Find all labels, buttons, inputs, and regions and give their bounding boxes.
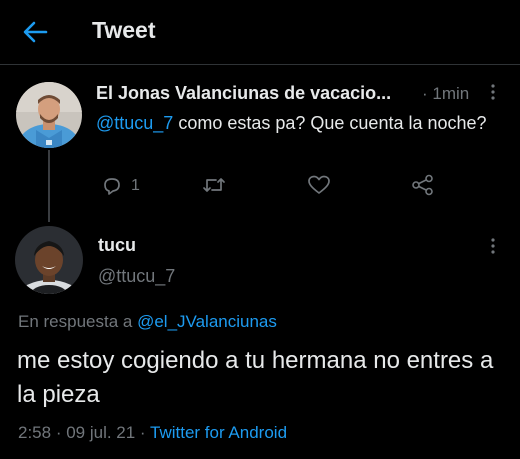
- tweet-date: 09 jul. 21: [66, 423, 136, 442]
- time-separator: ·: [422, 84, 428, 103]
- main-tweet-text: me estoy cogiendo a tu hermana no entres…: [17, 347, 494, 408]
- parent-timestamp[interactable]: · 1min: [422, 84, 469, 104]
- more-vertical-icon: [491, 84, 495, 100]
- meta-separator-1: ·: [51, 423, 67, 442]
- main-avatar[interactable]: [15, 226, 83, 294]
- parent-display-name[interactable]: El Jonas Valanciunas de vacacio...: [96, 83, 391, 104]
- retweet-button[interactable]: [201, 174, 227, 201]
- share-icon: [412, 174, 433, 196]
- arrow-left-icon: [23, 21, 48, 43]
- parent-more-button[interactable]: [489, 82, 497, 105]
- in-reply-handle-link[interactable]: @el_JValanciunas: [137, 312, 277, 331]
- parent-avatar[interactable]: [16, 82, 82, 148]
- in-reply-to: En respuesta a @el_JValanciunas: [18, 312, 277, 332]
- tweet-source-link[interactable]: Twitter for Android: [150, 423, 287, 442]
- parent-mention-link[interactable]: @ttucu_7: [96, 113, 173, 133]
- page-title: Tweet: [92, 17, 156, 43]
- tweet-time: 2:58: [18, 423, 52, 442]
- retweet-icon: [203, 178, 225, 192]
- reply-button[interactable]: 1: [101, 174, 140, 198]
- tweet-meta: 2:58 · 09 jul. 21 · Twitter for Android: [18, 423, 287, 443]
- main-handle[interactable]: @ttucu_7: [98, 266, 175, 287]
- like-button[interactable]: [307, 174, 331, 201]
- main-display-name[interactable]: tucu: [98, 235, 136, 256]
- header-divider: [0, 64, 520, 65]
- share-button[interactable]: [411, 174, 435, 201]
- meta-separator-2: ·: [135, 423, 151, 442]
- thread-line: [48, 150, 50, 222]
- more-vertical-icon: [491, 238, 495, 254]
- parent-time: 1min: [432, 84, 470, 103]
- parent-body: como estas pa? Que cuenta la noche?: [173, 113, 487, 133]
- parent-tweet-text: @ttucu_7 como estas pa? Que cuenta la no…: [96, 110, 496, 137]
- in-reply-prefix: En respuesta a: [18, 312, 138, 331]
- like-icon: [308, 175, 330, 194]
- reply-icon: [104, 178, 120, 195]
- main-more-button[interactable]: [489, 236, 497, 259]
- reply-count: 1: [131, 177, 140, 194]
- back-button[interactable]: [20, 18, 50, 46]
